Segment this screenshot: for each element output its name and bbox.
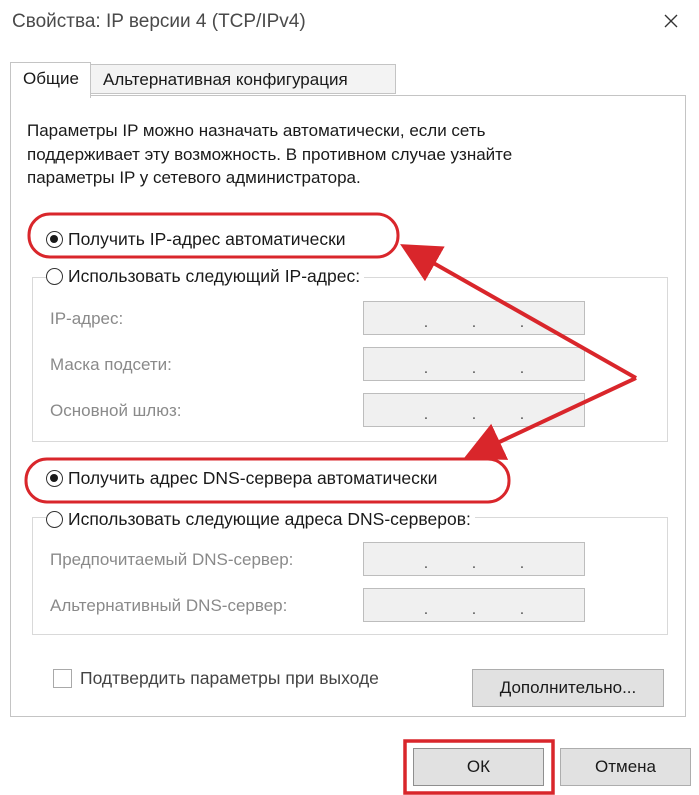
preferred-dns-label: Предпочитаемый DNS-сервер:	[50, 550, 294, 569]
radio-unchecked-icon	[46, 511, 63, 528]
radio-checked-icon	[46, 231, 63, 248]
default-gateway-field[interactable]: ...	[363, 393, 585, 427]
radio-checked-icon	[46, 470, 63, 487]
dns-auto-label: Получить адрес DNS-сервера автоматически	[68, 468, 438, 488]
dns-manual-radio[interactable]: Использовать следующие адреса DNS-сервер…	[46, 509, 475, 530]
ip-address-label: IP-адрес:	[50, 309, 124, 328]
alternate-dns-field[interactable]: ...	[363, 588, 585, 622]
ip-auto-label: Получить IP-адрес автоматически	[68, 229, 346, 249]
subnet-mask-label: Маска подсети:	[50, 355, 172, 374]
ip-manual-label: Использовать следующий IP-адрес:	[68, 266, 361, 286]
dns-auto-radio[interactable]: Получить адрес DNS-сервера автоматически	[46, 468, 442, 489]
tab-general-label: Общие	[23, 69, 79, 88]
description-text: Параметры IP можно назначать автоматичес…	[27, 119, 627, 190]
cancel-button[interactable]: Отмена	[560, 748, 691, 786]
tab-general[interactable]: Общие	[10, 62, 91, 98]
validate-on-exit-checkbox[interactable]: Подтвердить параметры при выходе	[53, 668, 379, 689]
title-bar: Свойства: IP версии 4 (TCP/IPv4)	[0, 0, 699, 44]
description-line: Параметры IP можно назначать автоматичес…	[27, 121, 486, 140]
ip-manual-radio[interactable]: Использовать следующий IP-адрес:	[46, 266, 365, 287]
description-line: поддерживает эту возможность. В противно…	[27, 144, 513, 164]
validate-on-exit-label: Подтвердить параметры при выходе	[80, 668, 379, 688]
close-icon	[664, 14, 678, 28]
alternate-dns-label: Альтернативный DNS-сервер:	[50, 596, 288, 615]
checkbox-unchecked-icon	[53, 669, 72, 688]
preferred-dns-field[interactable]: ...	[363, 542, 585, 576]
ip-address-field[interactable]: ...	[363, 301, 585, 335]
description-line: параметры IP у сетевого администратора.	[27, 168, 361, 187]
close-button[interactable]	[650, 2, 692, 40]
tab-alternate-config[interactable]: Альтернативная конфигурация	[91, 64, 396, 94]
advanced-button[interactable]: Дополнительно...	[472, 669, 664, 707]
window-title: Свойства: IP версии 4 (TCP/IPv4)	[12, 11, 306, 32]
default-gateway-label: Основной шлюз:	[50, 401, 182, 420]
dns-manual-label: Использовать следующие адреса DNS-сервер…	[68, 509, 471, 529]
radio-unchecked-icon	[46, 268, 63, 285]
ok-button[interactable]: ОК	[413, 748, 544, 786]
ip-auto-radio[interactable]: Получить IP-адрес автоматически	[46, 229, 350, 250]
subnet-mask-field[interactable]: ...	[363, 347, 585, 381]
tab-alternate-config-label: Альтернативная конфигурация	[103, 70, 348, 89]
